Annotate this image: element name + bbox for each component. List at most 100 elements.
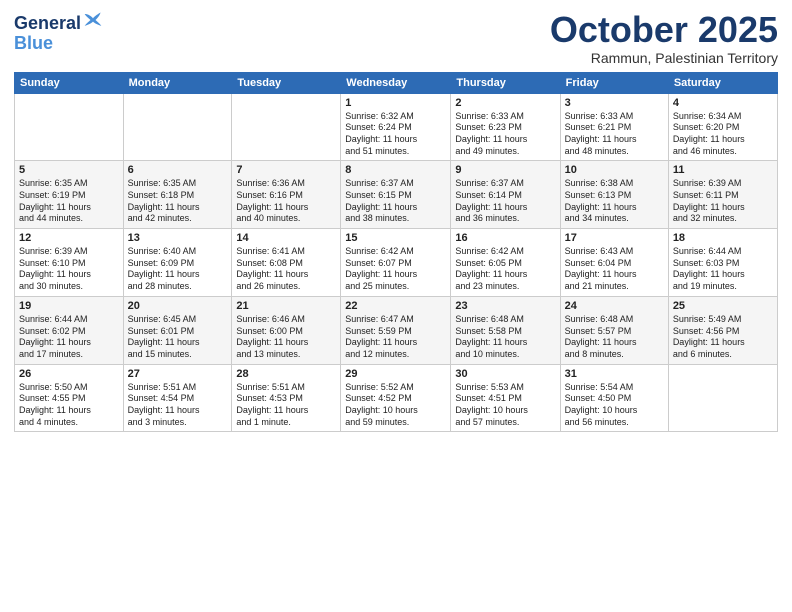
day-number: 2 <box>455 97 555 109</box>
weekday-header-sunday: Sunday <box>15 72 124 93</box>
day-number: 24 <box>565 300 664 312</box>
day-info: Sunrise: 6:32 AM Sunset: 6:24 PM Dayligh… <box>345 111 446 158</box>
day-info: Sunrise: 6:42 AM Sunset: 6:07 PM Dayligh… <box>345 246 446 293</box>
calendar-cell: 23 Sunrise: 6:48 AM Sunset: 5:58 PM Dayli… <box>451 296 560 364</box>
day-info: Sunrise: 6:48 AM Sunset: 5:57 PM Dayligh… <box>565 314 664 361</box>
calendar-cell: 22 Sunrise: 6:47 AM Sunset: 5:59 PM Dayli… <box>341 296 451 364</box>
calendar-cell <box>123 93 232 161</box>
day-info: Sunrise: 6:43 AM Sunset: 6:04 PM Dayligh… <box>565 246 664 293</box>
calendar-cell: 31 Sunrise: 5:54 AM Sunset: 4:50 PM Dayli… <box>560 364 668 432</box>
calendar-cell <box>668 364 777 432</box>
weekday-header-row: SundayMondayTuesdayWednesdayThursdayFrid… <box>15 72 778 93</box>
day-info: Sunrise: 5:49 AM Sunset: 4:56 PM Dayligh… <box>673 314 773 361</box>
calendar-cell: 15 Sunrise: 6:42 AM Sunset: 6:07 PM Dayli… <box>341 229 451 297</box>
calendar-cell: 1 Sunrise: 6:32 AM Sunset: 6:24 PM Daylig… <box>341 93 451 161</box>
day-info: Sunrise: 6:42 AM Sunset: 6:05 PM Dayligh… <box>455 246 555 293</box>
day-number: 10 <box>565 164 664 176</box>
day-number: 29 <box>345 368 446 380</box>
day-number: 18 <box>673 232 773 244</box>
calendar-cell <box>232 93 341 161</box>
calendar-cell: 8 Sunrise: 6:37 AM Sunset: 6:15 PM Daylig… <box>341 161 451 229</box>
day-number: 7 <box>236 164 336 176</box>
calendar-cell: 28 Sunrise: 5:51 AM Sunset: 4:53 PM Dayli… <box>232 364 341 432</box>
calendar-cell: 13 Sunrise: 6:40 AM Sunset: 6:09 PM Dayli… <box>123 229 232 297</box>
header: General Blue October 2025 Rammun, Palest… <box>14 10 778 66</box>
day-number: 6 <box>128 164 228 176</box>
day-number: 17 <box>565 232 664 244</box>
weekday-header-wednesday: Wednesday <box>341 72 451 93</box>
day-info: Sunrise: 6:40 AM Sunset: 6:09 PM Dayligh… <box>128 246 228 293</box>
day-number: 27 <box>128 368 228 380</box>
day-info: Sunrise: 6:39 AM Sunset: 6:10 PM Dayligh… <box>19 246 119 293</box>
day-number: 25 <box>673 300 773 312</box>
day-number: 4 <box>673 97 773 109</box>
day-info: Sunrise: 6:35 AM Sunset: 6:18 PM Dayligh… <box>128 178 228 225</box>
day-info: Sunrise: 6:44 AM Sunset: 6:02 PM Dayligh… <box>19 314 119 361</box>
day-number: 1 <box>345 97 446 109</box>
day-number: 20 <box>128 300 228 312</box>
calendar-cell: 17 Sunrise: 6:43 AM Sunset: 6:04 PM Dayli… <box>560 229 668 297</box>
day-number: 3 <box>565 97 664 109</box>
calendar-week-1: 1 Sunrise: 6:32 AM Sunset: 6:24 PM Daylig… <box>15 93 778 161</box>
calendar-cell: 7Sunrise: 6:36 AM Sunset: 6:16 PM Daylig… <box>232 161 341 229</box>
day-info: Sunrise: 6:41 AM Sunset: 6:08 PM Dayligh… <box>236 246 336 293</box>
day-number: 19 <box>19 300 119 312</box>
day-number: 22 <box>345 300 446 312</box>
logo-text-blue: Blue <box>14 33 53 53</box>
weekday-header-thursday: Thursday <box>451 72 560 93</box>
calendar-cell: 29Sunrise: 5:52 AM Sunset: 4:52 PM Dayli… <box>341 364 451 432</box>
day-info: Sunrise: 6:35 AM Sunset: 6:19 PM Dayligh… <box>19 178 119 225</box>
location-subtitle: Rammun, Palestinian Territory <box>550 50 778 66</box>
day-number: 15 <box>345 232 446 244</box>
day-number: 5 <box>19 164 119 176</box>
calendar-cell: 27 Sunrise: 5:51 AM Sunset: 4:54 PM Dayli… <box>123 364 232 432</box>
calendar-week-4: 19 Sunrise: 6:44 AM Sunset: 6:02 PM Dayli… <box>15 296 778 364</box>
day-number: 14 <box>236 232 336 244</box>
calendar-cell: 26Sunrise: 5:50 AM Sunset: 4:55 PM Dayli… <box>15 364 124 432</box>
day-info: Sunrise: 6:38 AM Sunset: 6:13 PM Dayligh… <box>565 178 664 225</box>
day-number: 30 <box>455 368 555 380</box>
weekday-header-monday: Monday <box>123 72 232 93</box>
calendar-cell: 18 Sunrise: 6:44 AM Sunset: 6:03 PM Dayli… <box>668 229 777 297</box>
calendar-week-5: 26Sunrise: 5:50 AM Sunset: 4:55 PM Dayli… <box>15 364 778 432</box>
day-info: Sunrise: 6:37 AM Sunset: 6:15 PM Dayligh… <box>345 178 446 225</box>
day-info: Sunrise: 6:48 AM Sunset: 5:58 PM Dayligh… <box>455 314 555 361</box>
day-info: Sunrise: 6:44 AM Sunset: 6:03 PM Dayligh… <box>673 246 773 293</box>
day-info: Sunrise: 6:46 AM Sunset: 6:00 PM Dayligh… <box>236 314 336 361</box>
calendar-week-2: 5 Sunrise: 6:35 AM Sunset: 6:19 PM Daylig… <box>15 161 778 229</box>
calendar-cell: 20Sunrise: 6:45 AM Sunset: 6:01 PM Dayli… <box>123 296 232 364</box>
logo-bird-icon <box>83 10 103 30</box>
day-number: 23 <box>455 300 555 312</box>
day-number: 28 <box>236 368 336 380</box>
day-number: 12 <box>19 232 119 244</box>
calendar-table: SundayMondayTuesdayWednesdayThursdayFrid… <box>14 72 778 433</box>
calendar-cell: 6 Sunrise: 6:35 AM Sunset: 6:18 PM Daylig… <box>123 161 232 229</box>
calendar-cell: 10 Sunrise: 6:38 AM Sunset: 6:13 PM Dayli… <box>560 161 668 229</box>
weekday-header-saturday: Saturday <box>668 72 777 93</box>
page: General Blue October 2025 Rammun, Palest… <box>0 0 792 612</box>
day-info: Sunrise: 5:50 AM Sunset: 4:55 PM Dayligh… <box>19 382 119 429</box>
calendar-cell: 2Sunrise: 6:33 AM Sunset: 6:23 PM Daylig… <box>451 93 560 161</box>
calendar-cell: 5 Sunrise: 6:35 AM Sunset: 6:19 PM Daylig… <box>15 161 124 229</box>
day-number: 9 <box>455 164 555 176</box>
day-number: 21 <box>236 300 336 312</box>
calendar-cell: 12 Sunrise: 6:39 AM Sunset: 6:10 PM Dayli… <box>15 229 124 297</box>
day-info: Sunrise: 6:34 AM Sunset: 6:20 PM Dayligh… <box>673 111 773 158</box>
calendar-cell: 25 Sunrise: 5:49 AM Sunset: 4:56 PM Dayli… <box>668 296 777 364</box>
calendar-cell: 3Sunrise: 6:33 AM Sunset: 6:21 PM Daylig… <box>560 93 668 161</box>
calendar-cell: 30Sunrise: 5:53 AM Sunset: 4:51 PM Dayli… <box>451 364 560 432</box>
day-info: Sunrise: 6:39 AM Sunset: 6:11 PM Dayligh… <box>673 178 773 225</box>
day-info: Sunrise: 6:47 AM Sunset: 5:59 PM Dayligh… <box>345 314 446 361</box>
calendar-cell: 9Sunrise: 6:37 AM Sunset: 6:14 PM Daylig… <box>451 161 560 229</box>
day-number: 8 <box>345 164 446 176</box>
logo: General Blue <box>14 14 103 54</box>
calendar-cell: 21 Sunrise: 6:46 AM Sunset: 6:00 PM Dayli… <box>232 296 341 364</box>
calendar-cell: 14 Sunrise: 6:41 AM Sunset: 6:08 PM Dayli… <box>232 229 341 297</box>
day-info: Sunrise: 5:51 AM Sunset: 4:54 PM Dayligh… <box>128 382 228 429</box>
day-info: Sunrise: 5:54 AM Sunset: 4:50 PM Dayligh… <box>565 382 664 429</box>
day-info: Sunrise: 5:51 AM Sunset: 4:53 PM Dayligh… <box>236 382 336 429</box>
day-number: 31 <box>565 368 664 380</box>
calendar-cell <box>15 93 124 161</box>
day-number: 13 <box>128 232 228 244</box>
calendar-cell: 16Sunrise: 6:42 AM Sunset: 6:05 PM Dayli… <box>451 229 560 297</box>
